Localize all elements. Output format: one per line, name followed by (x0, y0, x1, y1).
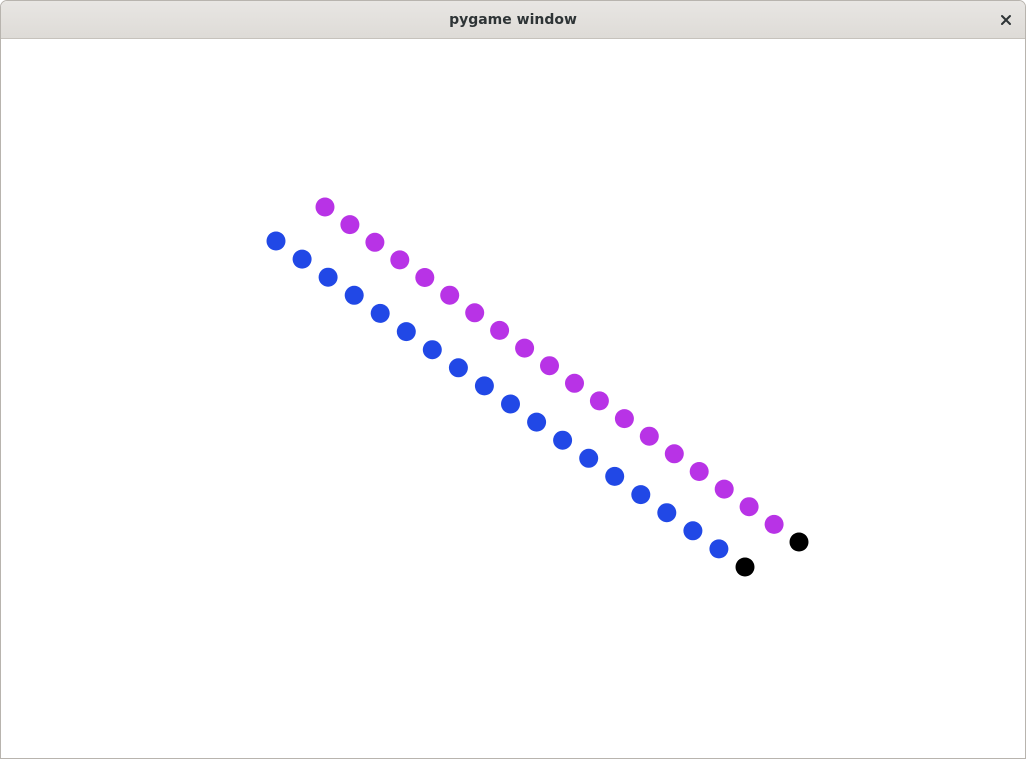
snake-segment (565, 373, 584, 393)
snake-segment (266, 231, 286, 251)
snake-segment (709, 539, 729, 559)
snake-segment (614, 409, 634, 429)
snake-segment (540, 356, 559, 376)
snake-segment (448, 358, 468, 378)
blue-snake (266, 231, 755, 577)
snake-head (789, 532, 809, 552)
snake-segment (340, 215, 360, 235)
snake-segment (714, 479, 734, 499)
snake-segment (639, 426, 659, 446)
snake-segment (764, 514, 784, 534)
title-bar[interactable]: pygame window (1, 1, 1025, 39)
snake-segment (515, 338, 535, 358)
close-icon (1001, 15, 1011, 25)
snake-segment (664, 444, 684, 464)
purple-snake (315, 197, 809, 552)
snake-segment (589, 391, 609, 411)
snake-segment (422, 340, 442, 360)
snake-segment (579, 448, 599, 468)
snake-segment (318, 267, 338, 287)
snake-segment (689, 462, 709, 481)
snake-segment (490, 320, 510, 340)
snake-segment (631, 485, 651, 505)
snake-segment (365, 232, 385, 252)
snake-segment (465, 303, 485, 323)
snake-segment (390, 250, 410, 270)
snake-segment (440, 285, 460, 305)
snake-segment (605, 466, 625, 486)
snake-segment (527, 412, 547, 432)
snake-segment (344, 285, 364, 305)
snake-head (735, 557, 755, 577)
snake-segment (396, 322, 416, 342)
snake-segment (315, 197, 335, 217)
snake-segment (415, 268, 435, 287)
close-button[interactable] (995, 9, 1017, 31)
game-canvas[interactable] (1, 39, 1025, 758)
window-title: pygame window (449, 12, 577, 28)
snake-segment (474, 376, 494, 396)
snake-segment (739, 497, 759, 517)
pygame-window: pygame window (0, 0, 1026, 759)
snake-segment (553, 430, 573, 450)
snake-segment (657, 503, 677, 523)
snake-segment (292, 249, 312, 269)
snake-segment (501, 394, 520, 414)
snake-segment (370, 303, 390, 323)
snake-segment (683, 521, 703, 541)
game-surface (266, 197, 809, 577)
